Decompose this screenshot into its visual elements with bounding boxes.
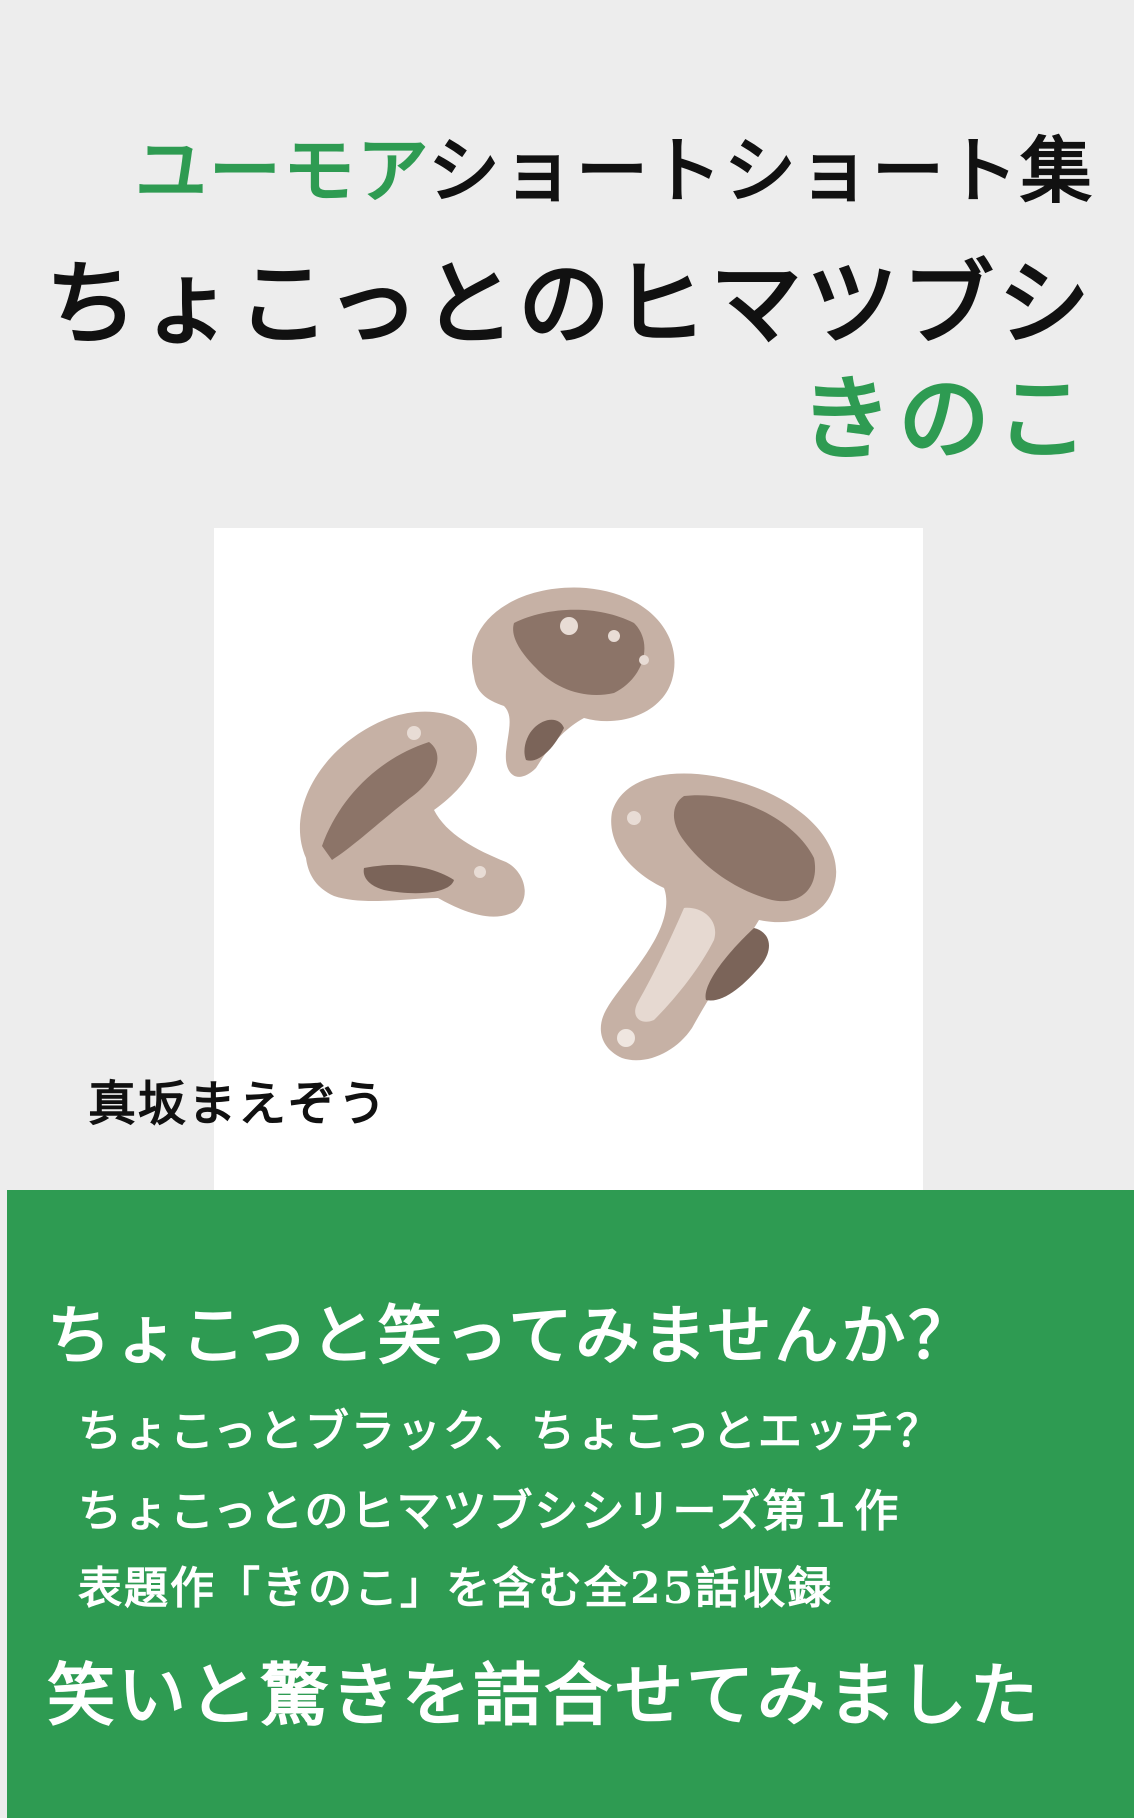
book-title: ちょこっとのヒマツブシ — [45, 250, 1094, 358]
blurb-headline: ちょこっと笑ってみませんか？ — [47, 1299, 976, 1374]
series-suffix: ショートショート集 — [427, 128, 1094, 213]
blurb-footer: 笑いと驚きを詰合せてみました — [47, 1656, 1042, 1736]
blurb-panel: ちょこっと笑ってみませんか？ ちょこっとブラック、ちょこっとエッチ？ ちょこっと… — [7, 1190, 1134, 1818]
author-name: 真坂まえぞう — [88, 1076, 389, 1132]
mushroom-right — [600, 773, 837, 1061]
right-edge-strip — [1134, 0, 1141, 1818]
book-subtitle: きのこ — [799, 365, 1094, 473]
blurb-line: ちょこっとブラック、ちょこっとエッチ？ — [78, 1406, 942, 1457]
blurb-line: 表題作「きのこ」を含む全25話収録 — [78, 1563, 834, 1614]
blurb-line: ちょこっとのヒマツブシシリーズ第１作 — [78, 1486, 901, 1537]
series-label: ユーモアショートショート集 — [135, 112, 1094, 217]
mushroom-left — [299, 711, 525, 917]
mushroom-top — [471, 587, 675, 777]
series-prefix: ユーモア — [134, 128, 428, 213]
